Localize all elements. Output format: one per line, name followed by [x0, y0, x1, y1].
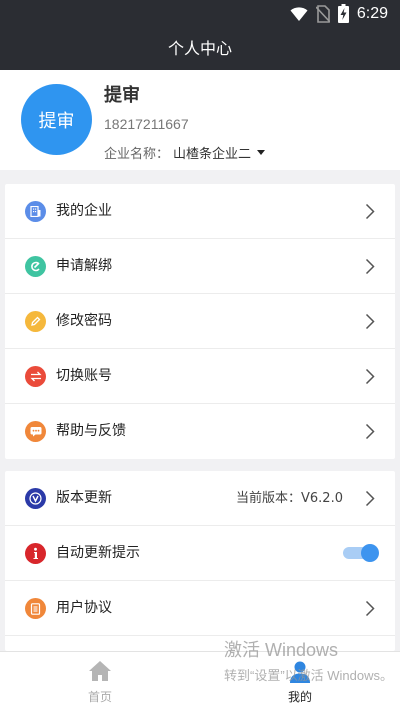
company-selector[interactable]: 企业名称： 山楂条企业二 — [104, 143, 266, 162]
version-icon — [25, 488, 46, 509]
avatar[interactable]: 提审 — [21, 84, 92, 155]
chevron-right-icon — [365, 258, 375, 275]
menu-item-auto-update-prompt: 自动更新提示 — [5, 526, 395, 581]
menu-card-account: 我的企业 申请解绑 修改密码 切换账号 帮助与反馈 — [5, 184, 395, 459]
menu-item-my-company[interactable]: 我的企业 — [5, 184, 395, 239]
menu-item-label: 用户协议 — [56, 600, 112, 616]
tab-label: 我的 — [287, 690, 312, 704]
chevron-right-icon — [365, 313, 375, 330]
menu-item-help-feedback[interactable]: 帮助与反馈 — [5, 404, 395, 459]
no-sim-icon — [315, 4, 330, 23]
profile-section: 提审 提审 18217211667 企业名称： 山楂条企业二 — [0, 70, 400, 170]
menu-item-label: 修改密码 — [56, 313, 112, 329]
auto-update-toggle[interactable] — [343, 544, 379, 562]
menu-item-label: 申请解绑 — [56, 258, 112, 274]
bottom-tab-bar: 首页 我的 — [0, 651, 400, 711]
menu-item-label: 版本更新 — [56, 490, 112, 506]
menu-item-label: 我的企业 — [56, 203, 112, 219]
menu-item-user-agreement[interactable]: 用户协议 — [5, 581, 395, 636]
menu-item-version-update[interactable]: 版本更新 当前版本：V6.2.0 — [5, 471, 395, 526]
menu-item-label: 切换账号 — [56, 368, 112, 384]
switch-icon — [25, 366, 46, 387]
chevron-right-icon — [365, 203, 375, 220]
menu-item-switch-account[interactable]: 切换账号 — [5, 349, 395, 404]
page-title: 个人中心 — [0, 28, 400, 70]
building-icon — [25, 201, 46, 222]
chat-icon — [25, 421, 46, 442]
menu-card-settings: 版本更新 当前版本：V6.2.0 自动更新提示 用户协议 — [5, 471, 395, 651]
chevron-right-icon — [365, 600, 375, 617]
menu-item-label: 帮助与反馈 — [56, 423, 126, 439]
caret-down-icon — [257, 150, 266, 155]
document-icon — [25, 598, 46, 619]
menu-item-apply-unbind[interactable]: 申请解绑 — [5, 239, 395, 294]
clock: 6:29 — [356, 4, 388, 22]
chevron-right-icon — [365, 423, 375, 440]
pencil-icon — [25, 311, 46, 332]
company-value: 山楂条企业二 — [173, 147, 252, 162]
tab-mine[interactable]: 我的 — [200, 652, 400, 711]
user-icon — [290, 661, 310, 683]
menu-item-change-password[interactable]: 修改密码 — [5, 294, 395, 349]
tab-home[interactable]: 首页 — [0, 652, 200, 711]
tab-label: 首页 — [87, 690, 112, 704]
chevron-right-icon — [365, 490, 375, 507]
info-icon — [25, 543, 46, 564]
status-bar: 6:29 — [0, 0, 400, 28]
user-name: 提审 — [104, 85, 140, 106]
unbind-icon — [25, 256, 46, 277]
menu-item-label: 自动更新提示 — [56, 545, 140, 561]
menu-item-partial — [5, 636, 395, 651]
user-phone: 18217211667 — [104, 116, 189, 132]
chevron-right-icon — [365, 368, 375, 385]
battery-charging-icon — [337, 4, 349, 23]
company-label: 企业名称： — [104, 147, 170, 162]
home-icon — [89, 661, 111, 681]
wifi-icon — [290, 6, 308, 21]
current-version: 当前版本：V6.2.0 — [236, 491, 343, 506]
